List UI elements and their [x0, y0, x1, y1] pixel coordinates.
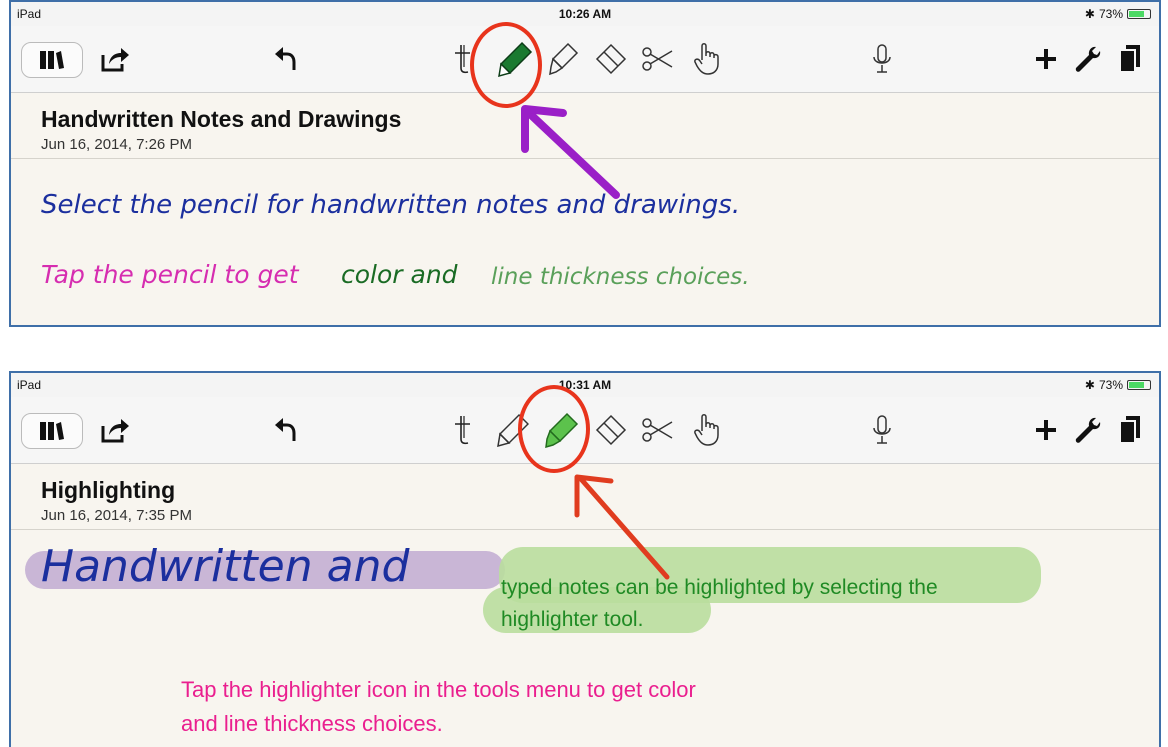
- eraser-icon: [595, 414, 627, 446]
- library-button[interactable]: [21, 413, 83, 449]
- pink-note-line: and line thickness choices.: [181, 711, 443, 736]
- pointer-arrow: [521, 105, 620, 199]
- undo-icon: [275, 418, 296, 441]
- wrench-icon: [1075, 417, 1101, 443]
- share-button[interactable]: [97, 412, 133, 448]
- note-title: Highlighting: [41, 477, 176, 503]
- pointer-arrow: [574, 474, 670, 580]
- scissors-button[interactable]: [639, 412, 675, 448]
- library-button[interactable]: [21, 42, 83, 78]
- library-icon: [40, 51, 64, 69]
- handwritten-line-green: color and: [341, 260, 458, 289]
- eraser-icon: [595, 43, 627, 75]
- share-icon: [101, 48, 129, 72]
- settings-button[interactable]: [1071, 41, 1105, 77]
- note-title: Handwritten Notes and Drawings: [41, 106, 402, 132]
- status-bar: iPad 10:26 AM ✱ 73%: [11, 2, 1159, 26]
- hand-button[interactable]: [691, 41, 727, 77]
- clock: 10:31 AM: [558, 378, 612, 392]
- microphone-button[interactable]: [867, 412, 897, 448]
- screenshot-pencil: iPad 10:26 AM ✱ 73% Handwritten Notes an…: [9, 0, 1161, 327]
- microphone-icon: [873, 44, 891, 73]
- handwritten-line-pink: Tap the pencil to get: [41, 260, 299, 289]
- handwritten-line: Select the pencil for handwritten notes …: [41, 190, 741, 220]
- scissors-icon: [642, 418, 673, 442]
- share-button[interactable]: [97, 41, 133, 77]
- pages-icon: [1119, 45, 1140, 73]
- battery-icon: [1127, 9, 1151, 19]
- battery-percent: 73%: [1098, 378, 1123, 392]
- wrench-icon: [1075, 46, 1101, 72]
- screenshot-highlighter: iPad 10:31 AM ✱ 73% Highlighting Jun 16,…: [9, 371, 1161, 747]
- settings-button[interactable]: [1071, 412, 1105, 448]
- battery-status: ✱ 73%: [1085, 378, 1151, 392]
- pages-button[interactable]: [1115, 41, 1145, 77]
- eraser-button[interactable]: [593, 41, 629, 77]
- undo-button[interactable]: [271, 41, 301, 77]
- status-bar: iPad 10:31 AM ✱ 73%: [11, 373, 1159, 397]
- plus-icon: [1036, 49, 1056, 69]
- highlighter-icon: [549, 42, 579, 76]
- handwritten-line-lightgreen: line thickness choices.: [491, 264, 750, 290]
- microphone-button[interactable]: [867, 41, 897, 77]
- toolbar: [11, 26, 1159, 93]
- plus-icon: [1036, 420, 1056, 440]
- hand-icon: [694, 43, 719, 75]
- pink-note-line: Tap the highlighter icon in the tools me…: [181, 677, 696, 702]
- text-tool-icon: [455, 416, 470, 445]
- note-date: Jun 16, 2014, 7:35 PM: [41, 507, 192, 524]
- add-button[interactable]: [1031, 412, 1061, 448]
- bluetooth-icon: ✱: [1084, 7, 1095, 21]
- highlighter-button[interactable]: [545, 41, 581, 77]
- battery-percent: 73%: [1098, 7, 1123, 21]
- battery-status: ✱ 73%: [1085, 7, 1151, 21]
- typed-note-line: highlighter tool.: [501, 608, 644, 631]
- highlighter-highlight-circle: [518, 385, 590, 473]
- share-icon: [101, 419, 129, 443]
- note-date: Jun 16, 2014, 7:26 PM: [41, 136, 192, 153]
- hand-button[interactable]: [691, 412, 727, 448]
- eraser-button[interactable]: [593, 412, 629, 448]
- battery-icon: [1127, 380, 1151, 390]
- clock: 10:26 AM: [558, 7, 612, 21]
- undo-icon: [275, 47, 296, 70]
- scissors-button[interactable]: [639, 41, 675, 77]
- pages-button[interactable]: [1115, 412, 1145, 448]
- hand-icon: [694, 414, 719, 446]
- add-button[interactable]: [1031, 41, 1061, 77]
- bluetooth-icon: ✱: [1084, 378, 1095, 392]
- pages-icon: [1119, 416, 1140, 444]
- library-icon: [40, 422, 64, 440]
- microphone-icon: [873, 415, 891, 444]
- undo-button[interactable]: [271, 412, 301, 448]
- handwritten-text: Handwritten and: [41, 541, 410, 592]
- scissors-icon: [642, 47, 673, 71]
- pencil-highlight-circle: [470, 22, 542, 108]
- text-tool-button[interactable]: [449, 412, 479, 448]
